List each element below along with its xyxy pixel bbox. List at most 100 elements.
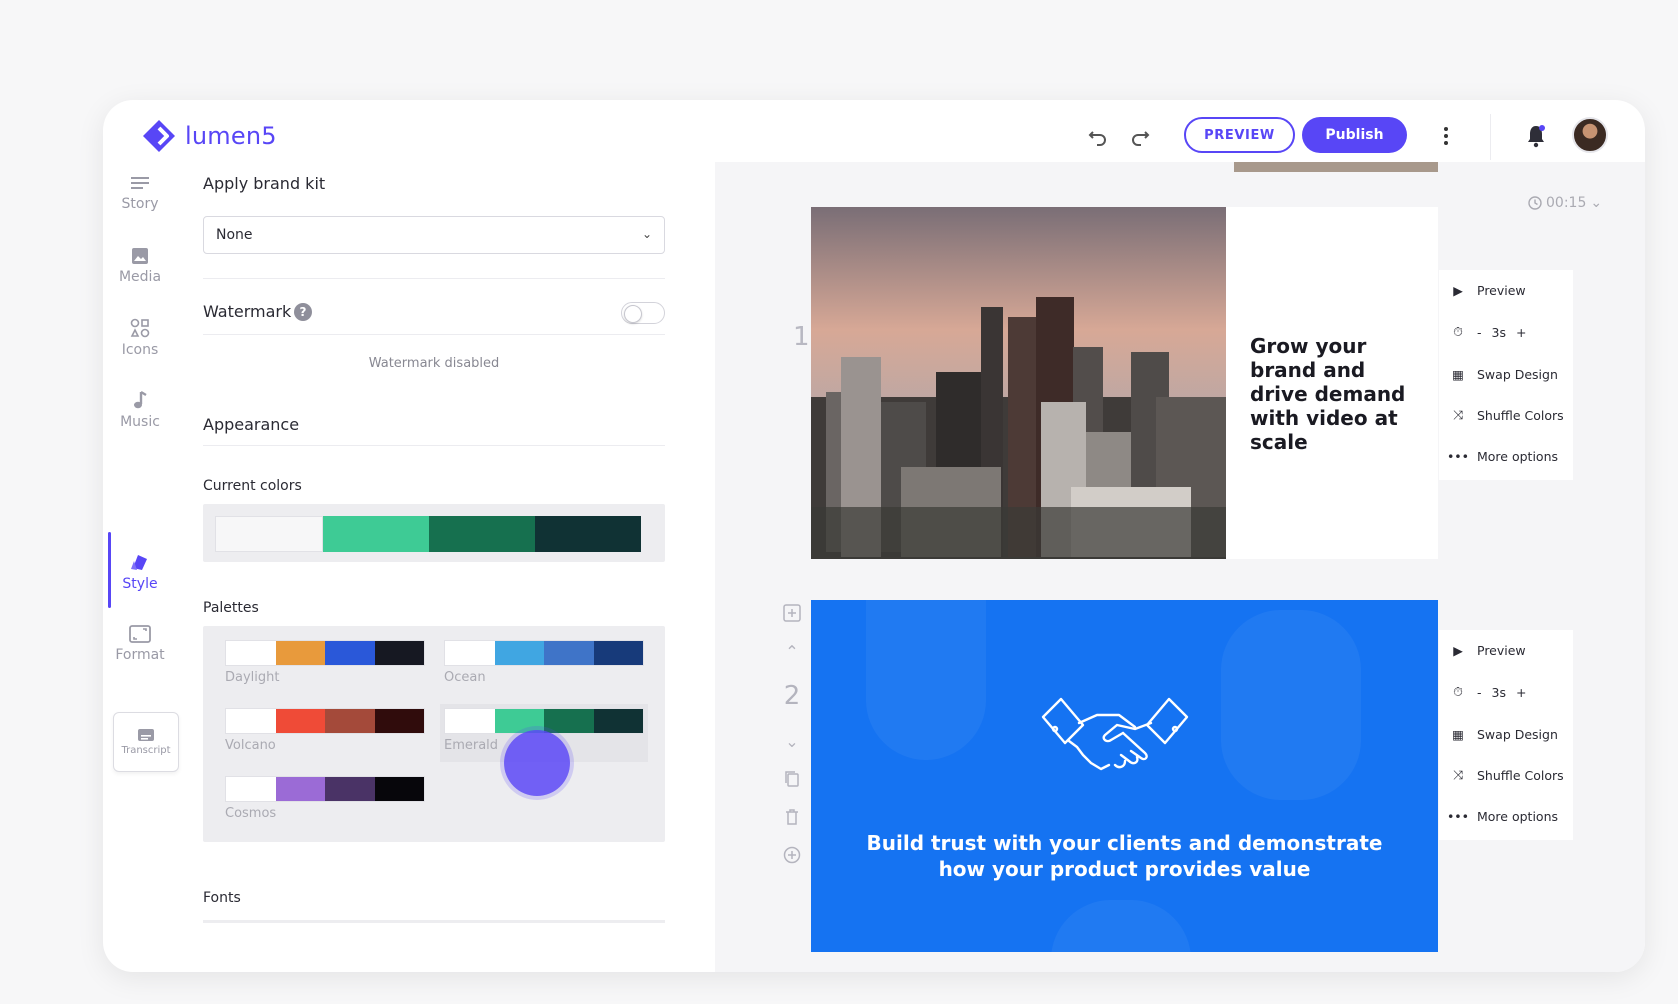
user-avatar[interactable] xyxy=(1572,117,1608,153)
rail-item-media[interactable]: Media xyxy=(105,234,175,298)
scene-1-card[interactable]: Grow your brand and drive demand with vi… xyxy=(811,207,1438,559)
swap-design-button[interactable]: ▦ Swap Design xyxy=(1449,362,1558,386)
rail-item-format[interactable]: Format xyxy=(105,612,175,676)
add-scene-button[interactable] xyxy=(781,602,803,624)
handshake-icon xyxy=(1041,697,1189,771)
redo-button[interactable] xyxy=(1125,122,1155,152)
add-circle-icon xyxy=(783,846,801,864)
rail-item-music[interactable]: Music xyxy=(105,378,175,442)
section-divider xyxy=(203,334,665,335)
shuffle-icon: ⤨ xyxy=(1452,767,1463,782)
add-scene-icon xyxy=(783,604,801,622)
scene-duration-control[interactable]: ⏱ - 3s + xyxy=(1449,680,1526,704)
rail-item-style[interactable]: Style xyxy=(105,540,175,604)
scene-number: 1 xyxy=(793,322,810,352)
notifications-button[interactable] xyxy=(1521,120,1551,152)
move-down-button[interactable]: ⌄ xyxy=(781,730,803,752)
kebab-menu-icon xyxy=(1444,127,1448,145)
option-label: Swap Design xyxy=(1477,726,1558,742)
scene-2-headline[interactable]: Build trust with your clients and demons… xyxy=(851,830,1398,882)
duration-increase-button[interactable]: + xyxy=(1516,685,1526,700)
palette-swatch xyxy=(444,640,644,666)
current-colors-swatch[interactable] xyxy=(215,516,641,552)
more-options-button[interactable]: ••• More options xyxy=(1446,444,1558,468)
ellipsis-icon: ••• xyxy=(1446,448,1470,464)
delete-scene-button[interactable] xyxy=(781,806,803,828)
option-label: More options xyxy=(1477,448,1558,464)
current-colors-label: Current colors xyxy=(203,478,302,494)
image-icon xyxy=(132,248,148,264)
story-lines-icon xyxy=(131,177,149,189)
section-divider xyxy=(203,445,665,446)
more-menu-button[interactable] xyxy=(1436,120,1456,152)
color-swatch[interactable] xyxy=(535,516,641,552)
scene-1-options: ▶ Preview ⏱ - 3s + ▦ Swap Design ⤨ Shuff… xyxy=(1439,270,1573,480)
transcript-button[interactable]: Transcript xyxy=(113,712,179,772)
scene-1-headline[interactable]: Grow your brand and drive demand with vi… xyxy=(1250,334,1426,454)
lumen5-logo-icon xyxy=(143,120,175,152)
move-up-button[interactable]: ⌃ xyxy=(781,640,803,662)
shuffle-colors-button[interactable]: ⤨ Shuffle Colors xyxy=(1449,763,1564,787)
duration-decrease-button[interactable]: - xyxy=(1477,685,1482,700)
publish-button[interactable]: Publish xyxy=(1302,117,1407,153)
undo-icon xyxy=(1088,131,1106,146)
scene-2-card[interactable]: Build trust with your clients and demons… xyxy=(811,600,1438,952)
shapes-icon xyxy=(130,318,150,338)
previous-scene-edge xyxy=(1234,162,1438,172)
palette-cosmos[interactable]: Cosmos xyxy=(225,776,425,826)
background-shape xyxy=(1221,610,1361,800)
chevron-down-icon: ⌄ xyxy=(1590,195,1603,211)
color-swatch[interactable] xyxy=(323,516,429,552)
clock-icon xyxy=(1528,196,1542,210)
watermark-toggle[interactable] xyxy=(621,302,665,324)
rail-item-label: Style xyxy=(122,576,158,592)
fonts-label: Fonts xyxy=(203,890,241,906)
brand-kit-select[interactable]: None ⌄ xyxy=(203,216,665,254)
swap-design-button[interactable]: ▦ Swap Design xyxy=(1449,722,1558,746)
duration-decrease-button[interactable]: - xyxy=(1477,325,1482,340)
logo[interactable]: lumen5 xyxy=(141,116,277,156)
palette-swatch xyxy=(225,708,425,734)
scene-preview-button[interactable]: ▶ Preview xyxy=(1449,638,1525,662)
style-settings-panel: Apply brand kit None ⌄ Watermark ? Water… xyxy=(193,160,795,972)
bell-icon xyxy=(1528,125,1545,148)
layout-grid-icon: ▦ xyxy=(1452,726,1464,742)
duplicate-scene-button[interactable] xyxy=(781,768,803,790)
preview-button[interactable]: PREVIEW xyxy=(1184,117,1295,153)
palettes-label: Palettes xyxy=(203,600,259,616)
transcript-icon xyxy=(138,729,154,741)
duration-value: 00:15 xyxy=(1546,195,1587,211)
palette-volcano[interactable]: Volcano xyxy=(225,708,425,758)
color-swatch[interactable] xyxy=(215,516,323,552)
play-icon: ▶ xyxy=(1453,282,1463,298)
palette-swatch xyxy=(225,640,425,666)
scene-duration-control[interactable]: ⏱ - 3s + xyxy=(1449,320,1526,344)
scene-preview-button[interactable]: ▶ Preview xyxy=(1449,278,1526,302)
rail-item-label: Media xyxy=(118,269,162,285)
background-shape xyxy=(1051,900,1191,952)
brand-kit-label: Apply brand kit xyxy=(203,174,326,193)
palette-daylight[interactable]: Daylight xyxy=(225,640,425,690)
rail-item-label: Format xyxy=(115,647,165,663)
add-media-button[interactable] xyxy=(781,844,803,866)
help-icon[interactable]: ? xyxy=(294,303,312,321)
option-label: Preview xyxy=(1477,282,1526,298)
duration-increase-button[interactable]: + xyxy=(1516,325,1526,340)
section-divider xyxy=(203,278,665,279)
chevron-down-icon: ⌄ xyxy=(785,731,799,751)
appearance-label: Appearance xyxy=(203,415,300,434)
option-label: Shuffle Colors xyxy=(1477,407,1564,423)
color-swatch[interactable] xyxy=(429,516,535,552)
watermark-label: Watermark xyxy=(203,302,292,321)
rail-item-story[interactable]: Story xyxy=(105,162,175,226)
chevron-up-icon: ⌃ xyxy=(785,641,799,661)
shuffle-colors-button[interactable]: ⤨ Shuffle Colors xyxy=(1449,403,1564,427)
duration-dropdown[interactable]: 00:15 ⌄ xyxy=(1528,195,1602,211)
palette-ocean[interactable]: Ocean xyxy=(444,640,644,690)
copy-icon xyxy=(785,771,799,787)
undo-button[interactable] xyxy=(1083,122,1113,152)
rail-item-icons[interactable]: Icons xyxy=(105,306,175,370)
more-options-button[interactable]: ••• More options xyxy=(1447,804,1558,828)
scene-2-options: ▶ Preview ⏱ - 3s + ▦ Swap Design ⤨ Shuff… xyxy=(1439,630,1573,840)
style-palette-icon xyxy=(131,555,147,570)
